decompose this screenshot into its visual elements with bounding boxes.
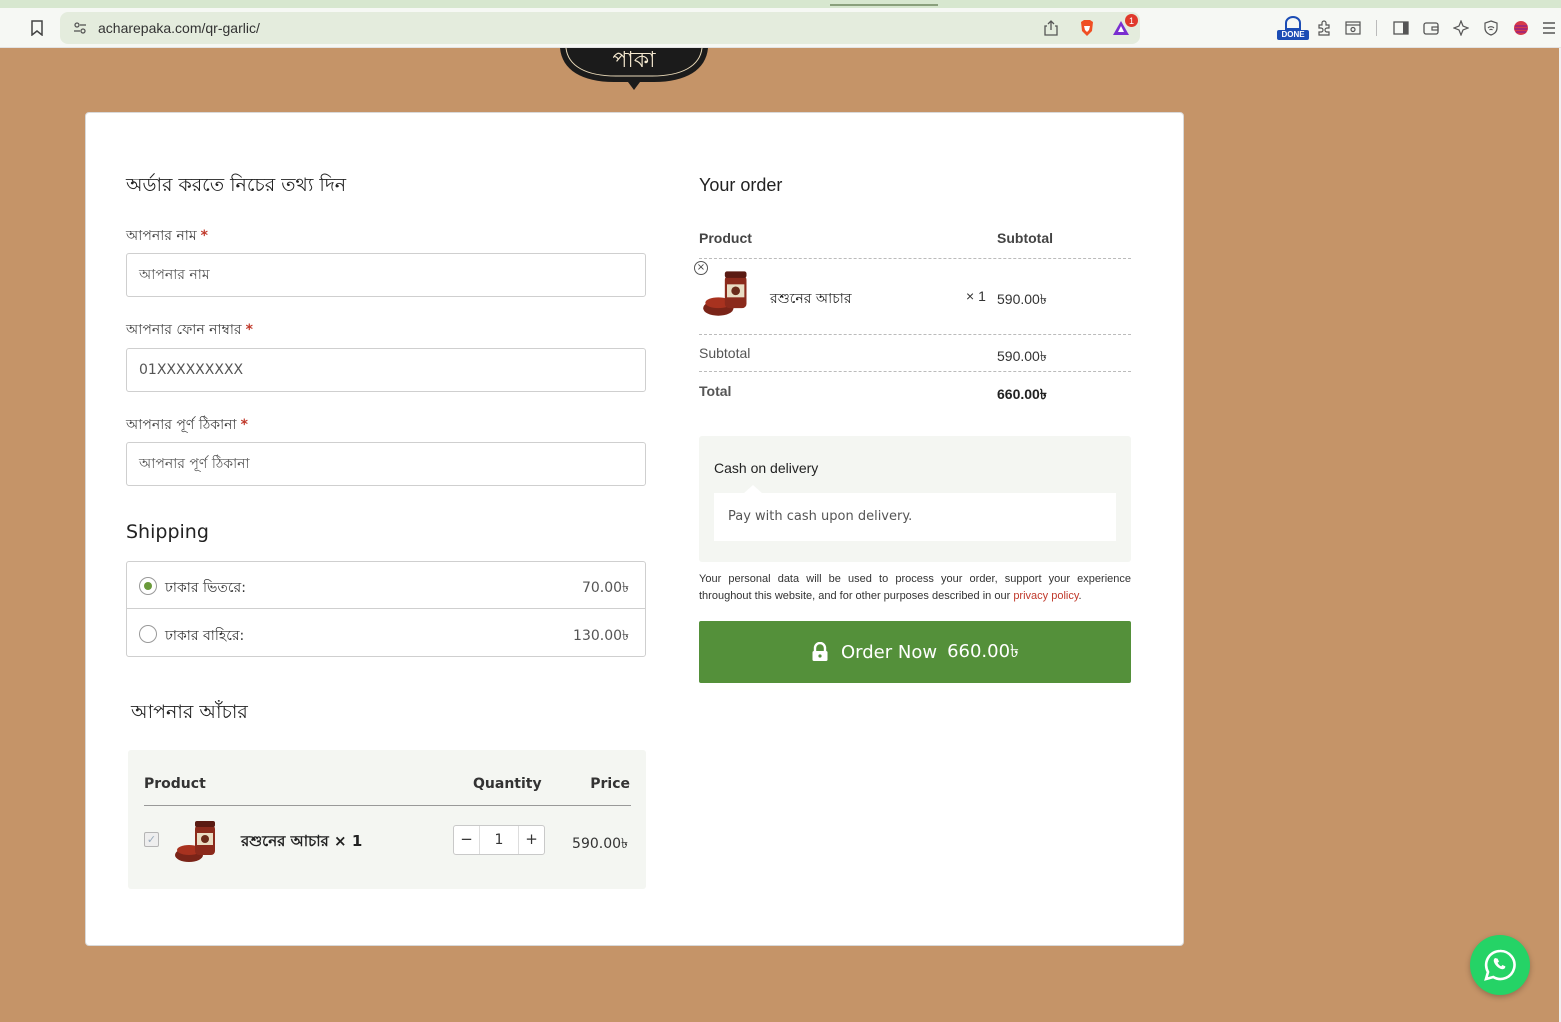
lock-icon <box>811 641 829 662</box>
profile-avatar-icon[interactable] <box>1510 17 1532 39</box>
picker-col-product: Product <box>144 776 206 792</box>
privacy-notice: Your personal data will be used to proce… <box>699 573 1131 602</box>
order-col-subtotal: Subtotal <box>997 230 1053 246</box>
picker-col-price: Price <box>590 776 630 792</box>
payment-box: Cash on delivery Pay with cash upon deli… <box>699 436 1131 562</box>
rewards-badge: 1 <box>1125 14 1138 27</box>
order-divider <box>699 371 1131 372</box>
url-text[interactable]: acharepaka.com/qr-garlic/ <box>98 20 260 36</box>
whatsapp-chat-button[interactable] <box>1470 935 1530 995</box>
order-subtotal-label: Subtotal <box>699 345 751 361</box>
shipping-radio-outside[interactable] <box>139 625 157 643</box>
quantity-value[interactable]: 1 <box>480 826 518 854</box>
quantity-decrease-button[interactable]: − <box>454 826 480 854</box>
picker-col-quantity: Quantity <box>473 776 542 792</box>
order-product-name: রশুনের আচার <box>770 291 852 307</box>
address-label: আপনার পূর্ণ ঠিকানা * <box>126 417 248 433</box>
quantity-stepper[interactable]: − 1 + <box>453 825 545 855</box>
active-tab-indicator <box>830 4 938 6</box>
picker-product-price: 590.00৳ <box>572 836 628 852</box>
product-picker-title: আপনার আঁচার <box>131 701 248 723</box>
address-input[interactable]: আপনার পূর্ণ ঠিকানা <box>126 442 646 486</box>
shipping-options: ঢাকার ভিতরে: 70.00৳ ঢাকার বাহিরে: 130.00… <box>126 561 646 657</box>
picker-product-name: রশুনের আচার × 1 <box>241 832 363 850</box>
name-input[interactable]: আপনার নাম <box>126 253 646 297</box>
address-bar[interactable]: acharepaka.com/qr-garlic/ 1 <box>60 12 1140 44</box>
order-total-value: 660.00৳ <box>997 386 1047 402</box>
whatsapp-icon <box>1484 949 1516 981</box>
shipping-title: Shipping <box>126 521 209 543</box>
done-extension-icon[interactable]: DONE <box>1277 16 1309 40</box>
share-icon[interactable] <box>1040 17 1062 39</box>
order-now-label: Order Now <box>840 641 938 663</box>
form-title: অর্ডার করতে নিচের তথ্য দিন <box>126 174 347 196</box>
order-now-amount: 660.00৳ <box>947 640 1020 662</box>
extensions-puzzle-icon[interactable] <box>1313 17 1335 39</box>
order-total-label: Total <box>699 383 732 399</box>
order-title: Your order <box>699 175 783 195</box>
leo-ai-icon[interactable] <box>1450 17 1472 39</box>
product-picker: Product Quantity Price ✓ রশুনের আচার × 1… <box>128 750 646 889</box>
browser-toolbar: acharepaka.com/qr-garlic/ 1 DONE <box>0 8 1561 48</box>
toolbar-separator <box>1376 20 1377 36</box>
phone-label: আপনার ফোন নাম্বার * <box>126 322 253 338</box>
quantity-increase-button[interactable]: + <box>518 826 544 854</box>
order-product-thumbnail <box>701 267 749 316</box>
order-now-button[interactable]: Order Now 660.00৳ <box>699 621 1131 683</box>
reader-mode-icon[interactable] <box>1342 17 1364 39</box>
vpn-icon[interactable] <box>1480 17 1502 39</box>
sidebar-icon[interactable] <box>1390 17 1412 39</box>
wallet-icon[interactable] <box>1420 17 1442 39</box>
order-divider <box>699 334 1131 335</box>
order-col-product: Product <box>699 230 752 246</box>
checkout-card: অর্ডার করতে নিচের তথ্য দিন আপনার নাম * আপ… <box>85 112 1184 946</box>
payment-method-label[interactable]: Cash on delivery <box>714 460 818 476</box>
shipping-option-inside-dhaka[interactable]: ঢাকার ভিতরে: 70.00৳ <box>127 562 645 609</box>
payment-description: Pay with cash upon delivery. <box>714 485 1116 541</box>
menu-icon[interactable] <box>1538 17 1560 39</box>
shipping-radio-inside[interactable] <box>139 577 157 595</box>
site-logo[interactable]: পাকা <box>558 48 710 92</box>
tab-strip <box>0 0 1561 8</box>
picker-divider <box>144 805 631 806</box>
brave-rewards-icon[interactable]: 1 <box>1110 14 1138 39</box>
order-product-subtotal: 590.00৳ <box>997 291 1047 307</box>
product-thumbnail <box>173 817 221 865</box>
product-checkbox[interactable]: ✓ <box>144 832 159 847</box>
order-product-qty: × 1 <box>966 288 986 304</box>
name-label: আপনার নাম * <box>126 228 208 244</box>
shipping-option-outside-dhaka[interactable]: ঢাকার বাহিরে: 130.00৳ <box>127 610 645 657</box>
order-divider <box>699 258 1131 259</box>
logo-text: পাকা <box>612 48 656 73</box>
bookmark-icon[interactable] <box>26 17 48 39</box>
site-settings-icon[interactable] <box>70 18 90 38</box>
order-subtotal-value: 590.00৳ <box>997 348 1047 364</box>
brave-shields-icon[interactable] <box>1076 17 1098 39</box>
privacy-policy-link[interactable]: privacy policy <box>1013 590 1078 602</box>
phone-input[interactable]: 01XXXXXXXXX <box>126 348 646 392</box>
